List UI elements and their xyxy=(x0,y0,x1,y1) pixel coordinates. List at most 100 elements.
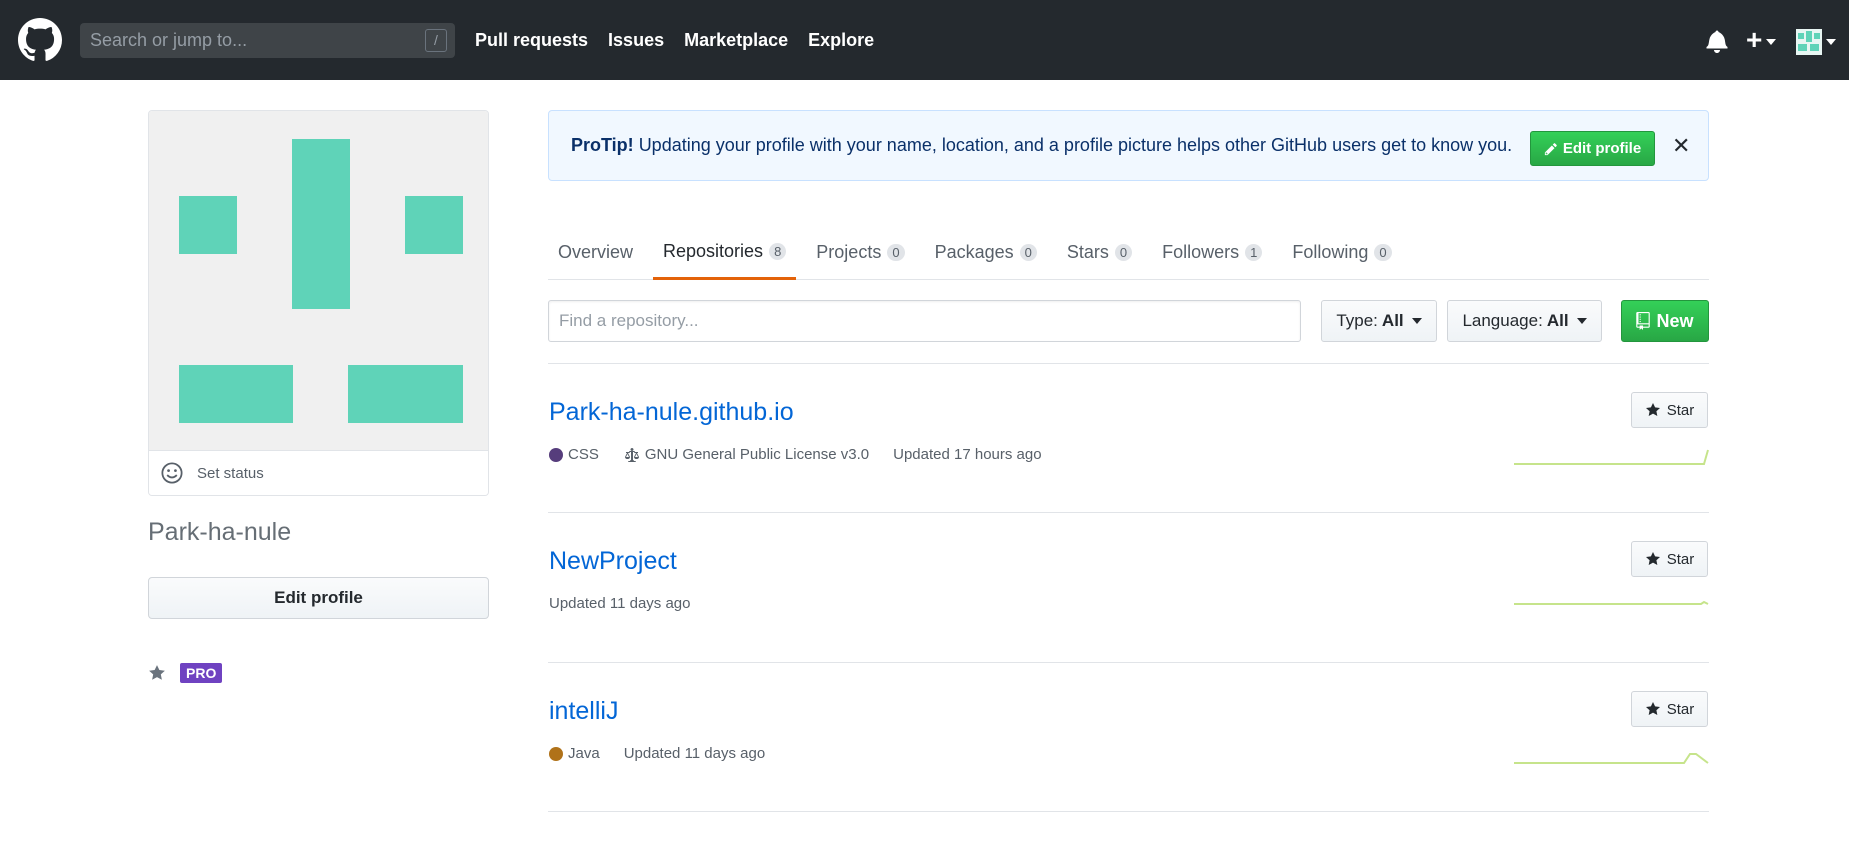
repo-updated: Updated 11 days ago xyxy=(549,595,691,612)
tab-stars[interactable]: Stars 0 xyxy=(1057,225,1142,280)
search-shortcut-key: / xyxy=(425,29,447,52)
tab-label: Stars xyxy=(1066,242,1109,262)
edit-profile-button[interactable]: Edit profile xyxy=(148,577,489,619)
nav-issues[interactable]: Issues xyxy=(608,30,664,51)
new-repository-button[interactable]: New xyxy=(1621,300,1709,342)
repo-name-link[interactable]: Park-ha-nule.github.io xyxy=(549,398,794,427)
star-button[interactable]: Star xyxy=(1631,691,1708,727)
identicon-avatar xyxy=(149,111,488,450)
language-filter-value: All xyxy=(1546,311,1569,330)
repo-language: CSS xyxy=(549,446,599,463)
new-button-label: New xyxy=(1656,310,1694,331)
protip-text: Updating your profile with your name, lo… xyxy=(638,135,1513,155)
profile-tabs: Overview Repositories 8 Projects 0 Packa… xyxy=(548,225,1709,280)
tab-overview[interactable]: Overview xyxy=(548,225,643,280)
star-button-label: Star xyxy=(1666,700,1695,718)
set-status-button[interactable]: Set status xyxy=(149,450,488,495)
search-input[interactable]: Search or jump to... / xyxy=(80,23,455,58)
pencil-icon xyxy=(1544,142,1557,155)
find-repository-input[interactable]: Find a repository... xyxy=(548,300,1301,342)
nav-marketplace[interactable]: Marketplace xyxy=(684,30,788,51)
close-icon[interactable]: ✕ xyxy=(1672,133,1690,159)
tab-count: 1 xyxy=(1245,244,1263,261)
chevron-down-icon xyxy=(1766,38,1777,45)
repo-updated: Updated 17 hours ago xyxy=(893,446,1042,463)
star-icon xyxy=(1645,702,1660,715)
repo-updated: Updated 11 days ago xyxy=(623,745,766,762)
type-filter-label: Type: xyxy=(1336,311,1378,330)
set-status-label: Set status xyxy=(197,464,264,482)
identicon-block xyxy=(292,139,350,309)
find-repository-placeholder: Find a repository... xyxy=(559,311,699,330)
chevron-down-icon xyxy=(1411,318,1422,324)
divider xyxy=(548,811,1709,812)
repo-license-label: GNU General Public License v3.0 xyxy=(644,446,870,463)
language-color-dot xyxy=(549,746,563,761)
protip-banner: ProTip! Updating your profile with your … xyxy=(548,110,1709,181)
protip-label: ProTip! xyxy=(571,135,634,155)
identicon-block xyxy=(405,196,463,254)
star-button-label: Star xyxy=(1666,401,1695,419)
tab-projects[interactable]: Projects 0 xyxy=(806,225,914,280)
divider xyxy=(548,512,1709,513)
list-item: Park-ha-nule.github.io CSS GNU General P… xyxy=(548,392,1709,548)
identicon-block xyxy=(179,196,237,254)
tab-repositories[interactable]: Repositories 8 xyxy=(653,225,797,280)
repo-icon xyxy=(1636,312,1651,330)
chevron-down-icon xyxy=(1576,318,1587,324)
language-filter-label: Language: xyxy=(1462,311,1543,330)
tab-count: 0 xyxy=(887,244,905,261)
repo-language-label: Java xyxy=(568,745,600,762)
repo-meta: CSS GNU General Public License v3.0 Upda… xyxy=(549,446,1066,463)
smiley-icon xyxy=(161,462,183,484)
tab-count: 0 xyxy=(1019,244,1037,261)
nav-pull-requests[interactable]: Pull requests xyxy=(475,30,588,51)
tab-followers[interactable]: Followers 1 xyxy=(1152,225,1272,280)
repo-name-link[interactable]: intelliJ xyxy=(549,697,618,726)
star-button-label: Star xyxy=(1666,550,1695,568)
nav-explore[interactable]: Explore xyxy=(808,30,874,51)
protip-edit-label: Edit profile xyxy=(1562,140,1642,157)
star-icon xyxy=(149,665,165,680)
avatar xyxy=(1796,29,1822,55)
profile-username: Park-ha-nule xyxy=(148,518,292,546)
top-header: Search or jump to... / Pull requests Iss… xyxy=(0,0,1849,80)
law-icon xyxy=(624,447,639,462)
identicon-block xyxy=(179,365,293,423)
user-menu[interactable] xyxy=(1796,29,1842,55)
tab-count: 0 xyxy=(1374,244,1392,261)
repo-license: GNU General Public License v3.0 xyxy=(623,446,869,463)
star-icon xyxy=(1645,552,1660,565)
star-button[interactable]: Star xyxy=(1631,392,1708,428)
repo-meta: Updated 11 days ago xyxy=(549,595,715,612)
protip-edit-profile-button[interactable]: Edit profile xyxy=(1530,131,1655,166)
activity-sparkline xyxy=(1514,600,1709,605)
achievements-row: PRO xyxy=(148,663,223,683)
language-filter-dropdown[interactable]: Language: All xyxy=(1447,300,1602,342)
create-new-menu[interactable]: + xyxy=(1746,26,1788,54)
divider xyxy=(548,662,1709,663)
type-filter-value: All xyxy=(1381,311,1404,330)
repo-language-label: CSS xyxy=(568,446,599,463)
list-item: NewProject Updated 11 days ago Star xyxy=(548,541,1709,697)
star-icon xyxy=(1645,403,1660,416)
list-item: intelliJ Java Updated 11 days ago Star xyxy=(548,691,1709,847)
tab-packages[interactable]: Packages 0 xyxy=(925,225,1047,280)
activity-sparkline xyxy=(1514,753,1709,764)
search-placeholder: Search or jump to... xyxy=(90,30,248,50)
pro-badge: PRO xyxy=(180,663,223,683)
repo-name-link[interactable]: NewProject xyxy=(549,547,677,576)
tab-label: Following xyxy=(1292,242,1369,262)
tab-label: Followers xyxy=(1162,242,1240,262)
star-button[interactable]: Star xyxy=(1631,541,1708,577)
tab-label: Repositories xyxy=(663,240,764,261)
repo-language: Java xyxy=(549,745,600,762)
tab-following[interactable]: Following 0 xyxy=(1282,225,1401,280)
tab-count: 0 xyxy=(1114,244,1133,261)
github-logo-icon[interactable] xyxy=(18,18,62,62)
bell-icon[interactable] xyxy=(1706,29,1728,53)
top-nav: Pull requests Issues Marketplace Explore xyxy=(475,0,874,80)
chevron-down-icon xyxy=(1826,39,1836,45)
profile-avatar-card[interactable]: Set status xyxy=(148,110,489,496)
type-filter-dropdown[interactable]: Type: All xyxy=(1321,300,1437,342)
